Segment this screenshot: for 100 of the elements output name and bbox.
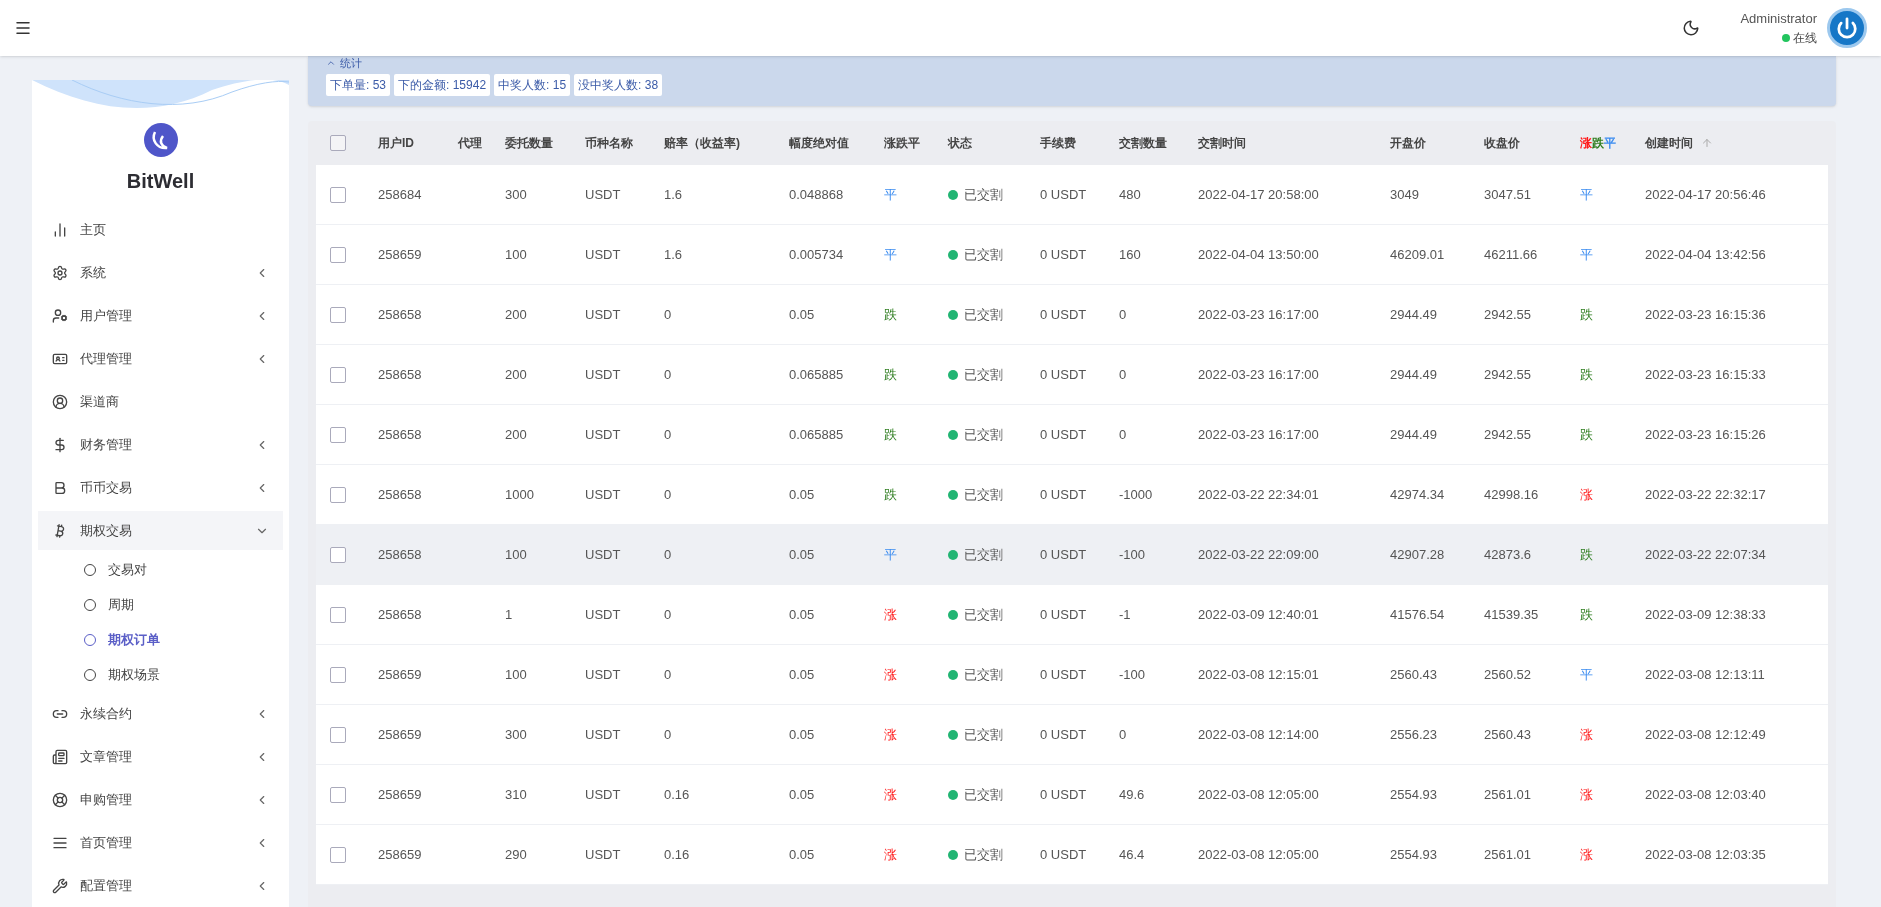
menu-label: 期权交易 bbox=[80, 521, 133, 540]
status-label: 已交割 bbox=[964, 245, 1003, 264]
table-cell-text: 0 USDT bbox=[1040, 605, 1087, 624]
menu-label: 用户管理 bbox=[80, 306, 133, 325]
menu-item[interactable]: 渠道商 bbox=[38, 382, 283, 421]
menu-item[interactable]: 期权交易 bbox=[38, 511, 283, 550]
trend-label: 跌 bbox=[884, 425, 897, 444]
table-cell-text: 2022-03-22 22:34:01 bbox=[1198, 485, 1319, 504]
table-cell-text: USDT bbox=[585, 485, 621, 504]
trend-label: 跌 bbox=[1580, 545, 1593, 564]
table-cell-text: 0 bbox=[1119, 365, 1127, 384]
table-cell-text: -1000 bbox=[1119, 485, 1153, 504]
table-cell-text: 0.05 bbox=[789, 545, 815, 564]
row-checkbox[interactable] bbox=[330, 186, 346, 203]
stats-title: 统计 bbox=[340, 57, 362, 69]
table-cell-text: USDT bbox=[585, 725, 621, 744]
column-header: 涨跌平 bbox=[1580, 135, 1616, 152]
submenu-label: 期权场景 bbox=[108, 665, 160, 684]
menu-item[interactable]: 币币交易 bbox=[38, 468, 283, 507]
table-cell-text: 46209.01 bbox=[1390, 245, 1445, 264]
table-cell-text: 0 USDT bbox=[1040, 425, 1087, 444]
menu-item[interactable]: 配置管理 bbox=[38, 866, 283, 905]
trend-label: 平 bbox=[1580, 245, 1593, 264]
header-checkbox[interactable] bbox=[330, 135, 346, 151]
table-cell-text: 0.05 bbox=[789, 665, 815, 684]
column-header: 币种名称 bbox=[585, 135, 633, 152]
row-checkbox[interactable] bbox=[330, 726, 346, 743]
row-checkbox[interactable] bbox=[330, 666, 346, 683]
table-cell-text: -100 bbox=[1119, 665, 1146, 684]
table-cell-text: 2944.49 bbox=[1390, 425, 1437, 444]
table-cell-text: USDT bbox=[585, 425, 621, 444]
menu-item[interactable]: 首页管理 bbox=[38, 823, 283, 862]
column-header: 开盘价 bbox=[1390, 135, 1426, 152]
table-cell-text: 2022-03-22 22:07:34 bbox=[1645, 545, 1766, 564]
menu-label: 配置管理 bbox=[80, 876, 133, 895]
menu-item[interactable]: 永续合约 bbox=[38, 694, 283, 733]
table-cell-text: 0 USDT bbox=[1040, 185, 1087, 204]
table-cell-text: 100 bbox=[505, 665, 527, 684]
submenu-item[interactable]: 周期 bbox=[32, 587, 289, 622]
table-cell-text: 2022-03-23 16:15:33 bbox=[1645, 365, 1766, 384]
trend-label: 跌 bbox=[884, 485, 897, 504]
user-icon bbox=[52, 307, 68, 324]
table-cell-text: 258658 bbox=[378, 365, 422, 384]
table-cell-text: 0 USDT bbox=[1040, 305, 1087, 324]
power-icon bbox=[1836, 17, 1858, 39]
row-checkbox[interactable] bbox=[330, 366, 346, 383]
table-cell-text: 310 bbox=[505, 785, 527, 804]
menu-item[interactable]: 文章管理 bbox=[38, 737, 283, 776]
table-cell-text: 200 bbox=[505, 305, 527, 324]
status-label: 已交割 bbox=[964, 485, 1003, 504]
submenu-item[interactable]: 交易对 bbox=[32, 552, 289, 587]
row-checkbox[interactable] bbox=[330, 306, 346, 323]
row-checkbox[interactable] bbox=[330, 546, 346, 563]
table-cell-text: 200 bbox=[505, 365, 527, 384]
sort-arrow-icon[interactable] bbox=[1701, 137, 1713, 149]
row-checkbox[interactable] bbox=[330, 786, 346, 803]
row-checkbox[interactable] bbox=[330, 246, 346, 263]
table-cell-text: 0.05 bbox=[789, 485, 815, 504]
table-cell-text: 2022-03-08 12:13:11 bbox=[1645, 665, 1765, 684]
table-cell-text: 258658 bbox=[378, 305, 422, 324]
table-cell-text: 100 bbox=[505, 545, 527, 564]
stat-badge: 没中奖人数: 38 bbox=[574, 74, 663, 96]
menu-item[interactable]: 财务管理 bbox=[38, 425, 283, 464]
menu-icon[interactable] bbox=[14, 19, 32, 37]
menu-item[interactable]: 用户管理 bbox=[38, 296, 283, 335]
menu-label: 代理管理 bbox=[80, 349, 133, 368]
menu-item[interactable]: 申购管理 bbox=[38, 780, 283, 819]
menu-item[interactable]: 系统 bbox=[38, 253, 283, 292]
table-cell-text: 258659 bbox=[378, 665, 422, 684]
table-row[interactable]: 258658 100 USDT 0 0.05 平 已交割 0 USDT -100 2022-03-22 22:09:00 42907.28 42873.6 跌 2022-03-22 22:07:34 bbox=[316, 525, 1828, 585]
menu-label: 主页 bbox=[80, 220, 107, 239]
table-cell-text: -100 bbox=[1119, 545, 1146, 564]
table-cell-text: 0 USDT bbox=[1040, 845, 1087, 864]
row-checkbox[interactable] bbox=[330, 426, 346, 443]
submenu-item[interactable]: 期权订单 bbox=[32, 622, 289, 657]
lifebuoy-icon bbox=[52, 791, 68, 808]
status-label: 已交割 bbox=[964, 185, 1003, 204]
trend-label: 平 bbox=[1580, 185, 1593, 204]
moon-icon[interactable] bbox=[1682, 19, 1701, 37]
menu-label: 财务管理 bbox=[80, 435, 133, 454]
column-header: 涨跌平 bbox=[884, 135, 920, 152]
table-cell-text: USDT bbox=[585, 185, 621, 204]
table-cell-text: 2944.49 bbox=[1390, 365, 1437, 384]
table-row[interactable]: 258684 300 USDT 1.6 0.048868 平 已交割 0 USDT 480 2022-04-17 20:58:00 3049 3047.51 平 2022-04-17 20:56:46 bbox=[316, 165, 1828, 225]
menu-item[interactable]: 主页 bbox=[38, 210, 283, 249]
menu-label: 系统 bbox=[80, 263, 107, 282]
trend-label: 涨 bbox=[884, 665, 897, 684]
menu-item[interactable]: 代理管理 bbox=[38, 339, 283, 378]
status-label: 已交割 bbox=[964, 665, 1003, 684]
status-label: 已交割 bbox=[964, 305, 1003, 324]
caret-up-icon[interactable] bbox=[326, 58, 336, 68]
row-checkbox[interactable] bbox=[330, 606, 346, 623]
table-cell-text: 2022-03-23 16:17:00 bbox=[1198, 425, 1319, 444]
avatar[interactable] bbox=[1827, 8, 1867, 48]
row-checkbox[interactable] bbox=[330, 486, 346, 503]
table-cell-text: 0.05 bbox=[789, 305, 815, 324]
row-checkbox[interactable] bbox=[330, 846, 346, 863]
trend-label: 跌 bbox=[1580, 425, 1593, 444]
table-cell-text: 2944.49 bbox=[1390, 305, 1437, 324]
submenu-item[interactable]: 期权场景 bbox=[32, 657, 289, 692]
